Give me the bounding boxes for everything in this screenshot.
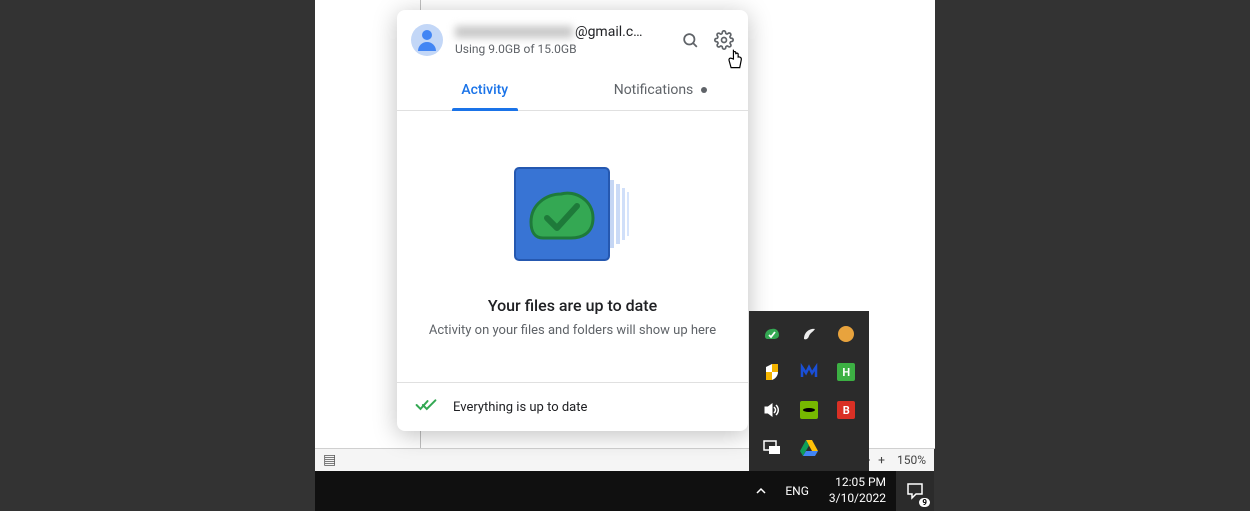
security-icon[interactable] xyxy=(753,353,790,391)
book-view-icon[interactable]: ▤ xyxy=(323,452,336,468)
hwinfo-icon[interactable]: H xyxy=(828,353,865,391)
clock[interactable]: 12:05 PM 3/10/2022 xyxy=(819,475,896,506)
footer-status: Everything is up to date xyxy=(453,400,587,415)
clock-time: 12:05 PM xyxy=(835,475,886,491)
email-redacted xyxy=(455,26,573,38)
account-email: @gmail.c… xyxy=(575,24,643,40)
avatar[interactable] xyxy=(411,24,443,56)
gear-icon[interactable] xyxy=(714,30,734,50)
project-screen-icon[interactable] xyxy=(753,429,790,467)
volume-icon[interactable] xyxy=(753,391,790,429)
tabs: Activity Notifications xyxy=(397,70,748,111)
notification-dot-icon xyxy=(701,87,707,93)
double-check-icon xyxy=(415,397,437,417)
taskbar: ENG 12:05 PM 3/10/2022 9 xyxy=(315,471,934,511)
popup-header: @gmail.c… Using 9.0GB of 15.0GB xyxy=(397,10,748,64)
razer-icon[interactable] xyxy=(790,315,827,353)
tab-activity[interactable]: Activity xyxy=(397,70,573,110)
action-center-icon[interactable]: 9 xyxy=(896,471,934,511)
tray-chevron-icon[interactable] xyxy=(747,471,775,511)
google-drive-popup: @gmail.c… Using 9.0GB of 15.0GB Activity… xyxy=(397,10,748,431)
search-icon[interactable] xyxy=(680,30,700,50)
files-uptodate-illustration xyxy=(493,156,653,276)
activity-subtitle: Activity on your files and folders will … xyxy=(429,323,716,338)
popup-footer: Everything is up to date xyxy=(397,382,748,431)
language-indicator[interactable]: ENG xyxy=(775,471,819,511)
account-info: @gmail.c… Using 9.0GB of 15.0GB xyxy=(455,24,668,56)
backup-sync-icon[interactable] xyxy=(753,315,790,353)
notification-count: 9 xyxy=(919,498,930,507)
b-tray-icon[interactable]: B xyxy=(828,391,865,429)
malwarebytes-icon[interactable] xyxy=(790,353,827,391)
tray-overflow-flyout: H B xyxy=(749,311,869,471)
zoom-in-button[interactable]: + xyxy=(878,453,885,467)
activity-panel: Your files are up to date Activity on yo… xyxy=(397,111,748,382)
nvidia-icon[interactable] xyxy=(790,391,827,429)
activity-title: Your files are up to date xyxy=(488,296,657,315)
zoom-level[interactable]: 150% xyxy=(897,453,926,467)
google-drive-icon[interactable] xyxy=(790,429,827,467)
clock-date: 3/10/2022 xyxy=(829,491,886,507)
tab-notifications-label: Notifications xyxy=(614,82,694,98)
tab-notifications[interactable]: Notifications xyxy=(573,70,749,110)
storage-usage: Using 9.0GB of 15.0GB xyxy=(455,42,668,56)
app-icon[interactable] xyxy=(828,315,865,353)
